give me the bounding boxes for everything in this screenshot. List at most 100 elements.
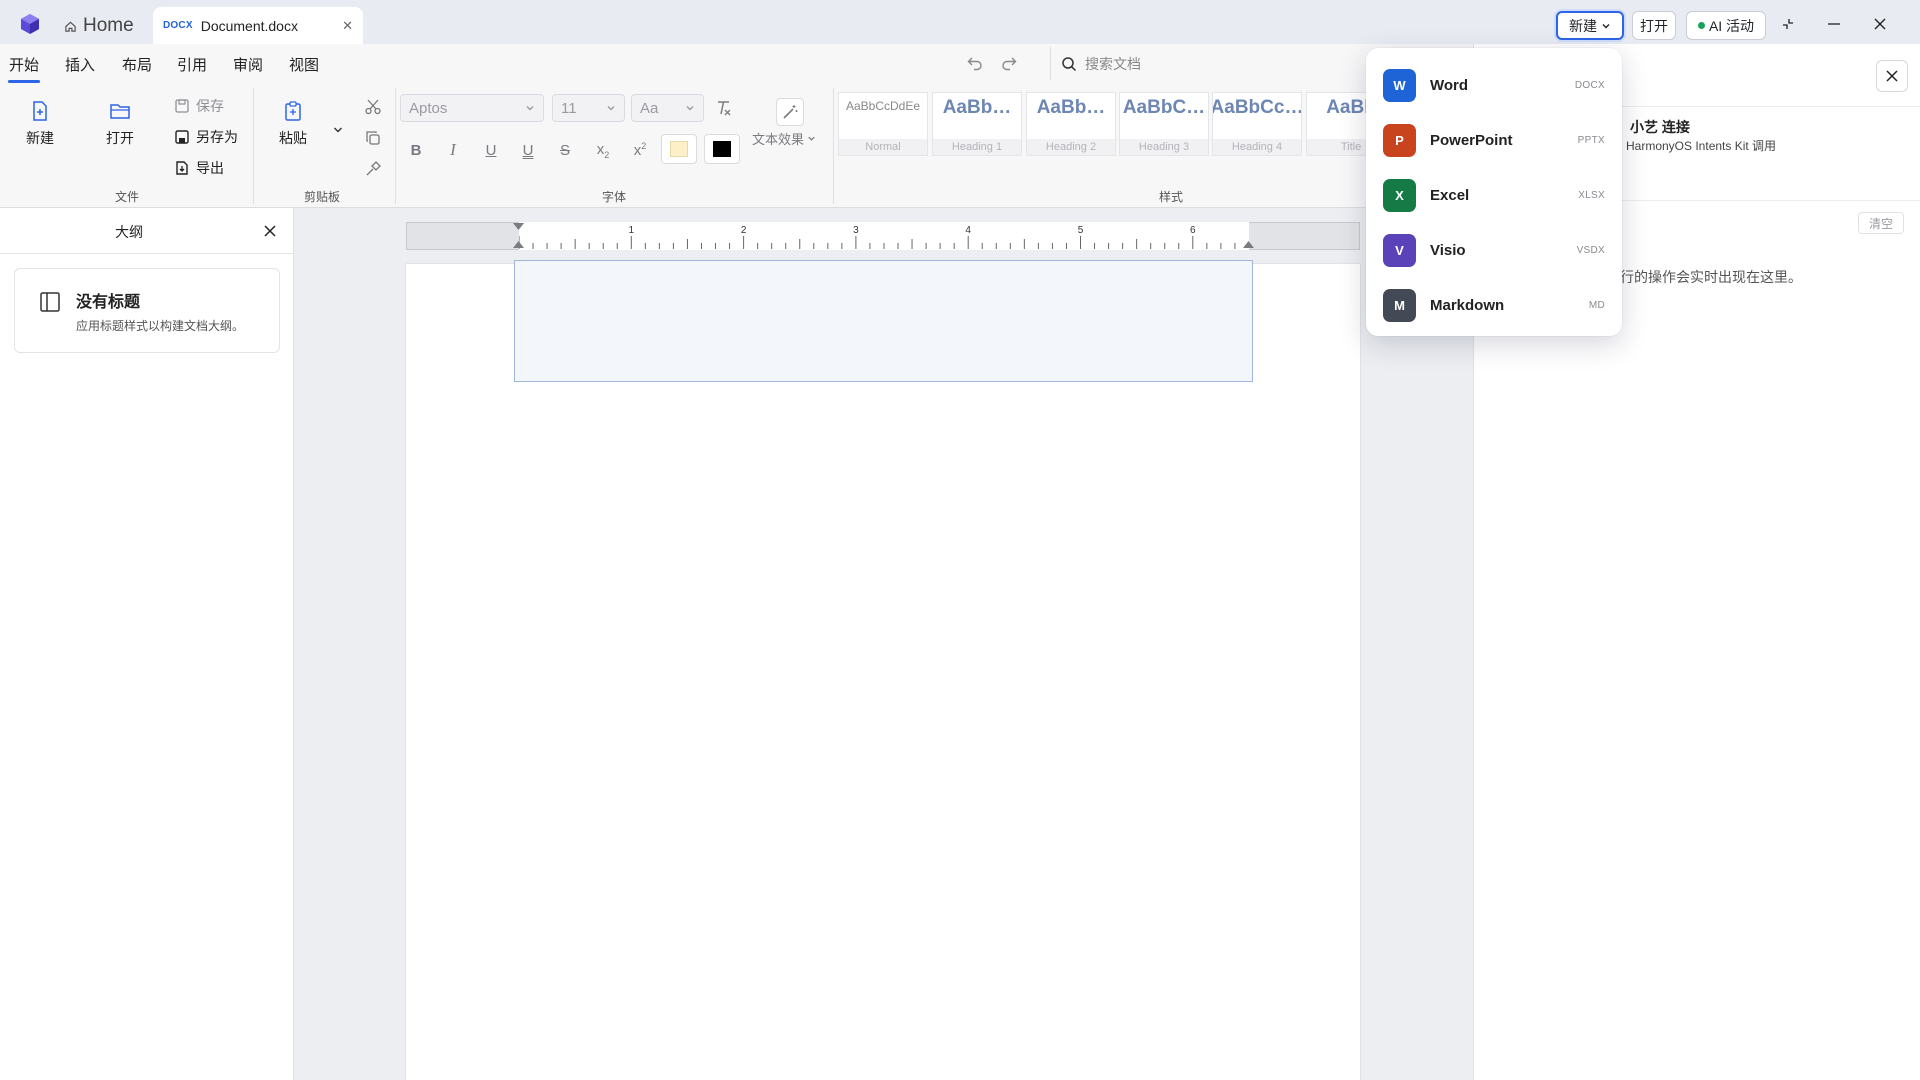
- chevron-down-icon: [1601, 21, 1611, 31]
- text-effects-button[interactable]: [776, 98, 804, 126]
- ai-activity-button[interactable]: AI 活动: [1686, 11, 1766, 40]
- format-painter-icon[interactable]: [364, 160, 382, 178]
- new-file-button[interactable]: 新建: [13, 100, 67, 148]
- superscript-icon[interactable]: x2: [629, 139, 651, 161]
- close-tab-icon[interactable]: ✕: [342, 18, 353, 34]
- chevron-down-icon: [685, 103, 695, 113]
- double-underline-icon[interactable]: U: [517, 139, 539, 161]
- document-tab[interactable]: DOCX Document.docx ✕: [153, 7, 363, 44]
- open-file-button[interactable]: 打开: [93, 100, 147, 148]
- open-file-label: 打开: [106, 130, 134, 146]
- open-button-label: 打开: [1640, 17, 1668, 34]
- clear-log-button[interactable]: 清空: [1858, 212, 1904, 234]
- italic-icon[interactable]: I: [442, 139, 464, 161]
- tab-references[interactable]: 引用: [177, 54, 207, 75]
- menu-item-ext: VSDX: [1576, 245, 1605, 256]
- tab-insert[interactable]: 插入: [65, 54, 95, 75]
- export-label: 导出: [196, 160, 224, 176]
- collapse-icon[interactable]: [1776, 12, 1800, 36]
- outline-header: 大纲: [0, 208, 294, 254]
- tab-view[interactable]: 视图: [289, 54, 319, 75]
- menu-item-markdown[interactable]: M Markdown MD: [1366, 278, 1622, 333]
- font-size-select[interactable]: 11: [552, 94, 625, 122]
- group-divider: [395, 88, 396, 204]
- chevron-down-icon: [606, 103, 616, 113]
- close-outline-icon[interactable]: [262, 223, 278, 239]
- file-group-label: 文件: [115, 190, 140, 204]
- style-heading-4[interactable]: AaBbCc… Heading 4: [1212, 92, 1302, 156]
- bold-icon[interactable]: B: [405, 139, 427, 161]
- font-color-swatch: [713, 141, 731, 157]
- underline-icon[interactable]: U: [480, 139, 502, 161]
- save-button[interactable]: 保存: [174, 96, 224, 116]
- menu-item-word[interactable]: W Word DOCX: [1366, 58, 1622, 113]
- tab-review[interactable]: 审阅: [233, 54, 263, 75]
- menu-item-powerpoint[interactable]: P PowerPoint PPTX: [1366, 113, 1622, 168]
- font-name-select[interactable]: Aptos: [400, 94, 544, 122]
- change-case-select[interactable]: Aa: [631, 94, 704, 122]
- menu-item-excel[interactable]: X Excel XLSX: [1366, 168, 1622, 223]
- font-color-button[interactable]: [704, 134, 740, 164]
- left-indent-handle-icon[interactable]: [513, 240, 524, 248]
- close-panel-button[interactable]: [1876, 60, 1908, 92]
- menu-item-label: PowerPoint: [1430, 132, 1513, 149]
- new-document-button[interactable]: 新建: [1556, 11, 1624, 40]
- style-heading-2[interactable]: AaBb… Heading 2: [1026, 92, 1116, 156]
- close-window-icon[interactable]: [1868, 12, 1892, 36]
- search-input[interactable]: 搜索文档: [1085, 54, 1141, 74]
- right-indent-handle-icon[interactable]: [1243, 240, 1254, 248]
- clear-formatting-icon[interactable]: [714, 98, 734, 118]
- search-icon: [1061, 56, 1077, 72]
- active-tab-indicator: [8, 80, 40, 83]
- menu-item-ext: PPTX: [1577, 135, 1605, 146]
- group-divider: [253, 88, 254, 204]
- menu-item-ext: DOCX: [1574, 80, 1605, 91]
- undo-icon[interactable]: [966, 54, 984, 72]
- strikethrough-icon[interactable]: S: [554, 139, 576, 161]
- assistant-subtitle: HarmonyOS Intents Kit 调用: [1626, 139, 1777, 153]
- doc-tab-ext: DOCX: [163, 20, 193, 31]
- subscript-icon[interactable]: x2: [592, 139, 614, 161]
- document-page[interactable]: [406, 264, 1360, 1080]
- style-name: Heading 1: [933, 139, 1021, 155]
- style-normal[interactable]: AaBbCcDdEe Normal: [838, 92, 928, 156]
- styles-group-label: 样式: [1159, 190, 1184, 204]
- open-document-button[interactable]: 打开: [1632, 11, 1676, 40]
- highlight-color-button[interactable]: [661, 134, 697, 164]
- font-group-label: 字体: [602, 190, 627, 204]
- menu-item-label: Visio: [1430, 242, 1466, 259]
- tab-layout[interactable]: 布局: [122, 54, 152, 75]
- app-logo-icon[interactable]: [18, 12, 42, 36]
- markdown-icon: M: [1383, 289, 1416, 322]
- text-effects-dropdown[interactable]: 文本效果: [752, 129, 816, 148]
- scissors-icon[interactable]: [364, 98, 382, 116]
- style-name: Heading 2: [1027, 139, 1115, 155]
- tab-home[interactable]: 开始: [9, 54, 39, 75]
- redo-icon[interactable]: [1000, 54, 1018, 72]
- first-line-indent-handle-icon[interactable]: [513, 223, 524, 231]
- style-sample: AaBbC…: [1122, 97, 1206, 118]
- paste-options-chevron-icon[interactable]: [332, 124, 344, 136]
- menu-item-ext: XLSX: [1578, 190, 1605, 201]
- style-heading-3[interactable]: AaBbC… Heading 3: [1119, 92, 1209, 156]
- minimize-icon[interactable]: [1822, 12, 1846, 36]
- save-as-button[interactable]: 另存为: [174, 127, 238, 147]
- outline-empty-desc: 应用标题样式以构建文档大纲。: [76, 319, 245, 333]
- new-document-menu: W Word DOCX P PowerPoint PPTX X Excel XL…: [1366, 48, 1622, 336]
- visio-icon: V: [1383, 234, 1416, 267]
- word-icon: W: [1383, 69, 1416, 102]
- activity-empty-text: 行的操作会实时出现在这里。: [1620, 269, 1802, 285]
- ruler-label: 1: [629, 225, 635, 236]
- copy-icon[interactable]: [364, 129, 382, 147]
- paste-button[interactable]: 粘贴: [266, 100, 320, 148]
- export-button[interactable]: 导出: [174, 158, 224, 178]
- page-header-area[interactable]: [514, 260, 1253, 382]
- doc-tab-name: Document.docx: [200, 17, 298, 34]
- search-box[interactable]: 搜索文档: [1050, 47, 1370, 80]
- style-name: Heading 3: [1120, 139, 1208, 155]
- home-tab[interactable]: Home: [64, 10, 134, 42]
- style-heading-1[interactable]: AaBb… Heading 1: [932, 92, 1022, 156]
- outline-empty-state: 没有标题 应用标题样式以构建文档大纲。: [14, 268, 280, 353]
- save-icon: [174, 98, 190, 114]
- menu-item-visio[interactable]: V Visio VSDX: [1366, 223, 1622, 278]
